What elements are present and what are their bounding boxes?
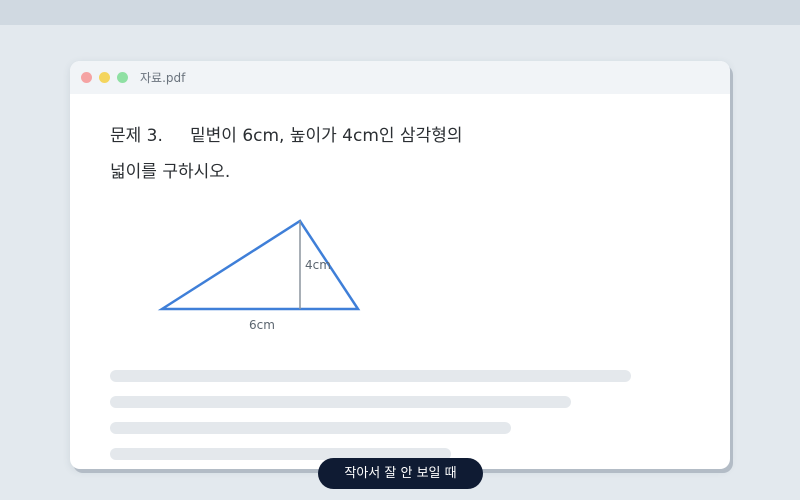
triangle-figure: 4cm 6cm bbox=[155, 211, 395, 345]
question-line-1: 문제 3. 밑변이 6cm, 높이가 4cm인 삼각형의 bbox=[110, 118, 670, 154]
minimize-window-button[interactable] bbox=[99, 72, 110, 83]
text-placeholder-line bbox=[110, 422, 511, 434]
window-title: 자료.pdf bbox=[140, 71, 186, 85]
background-band bbox=[0, 0, 800, 25]
maximize-window-button[interactable] bbox=[117, 72, 128, 83]
text-placeholder-line bbox=[110, 370, 631, 382]
text-placeholder-line bbox=[110, 396, 571, 408]
caption-pill: 작아서 잘 안 보일 때 bbox=[318, 458, 483, 489]
close-window-button[interactable] bbox=[81, 72, 92, 83]
question-line-2: 넓이를 구하시오. bbox=[110, 162, 231, 182]
triangle-diagram: 4cm 6cm bbox=[157, 219, 361, 332]
window-titlebar: 자료.pdf bbox=[70, 61, 730, 94]
height-label: 4cm bbox=[305, 258, 331, 272]
question-number: 문제 3. bbox=[110, 126, 163, 146]
base-label: 6cm bbox=[249, 318, 275, 332]
question-text: 문제 3. 밑변이 6cm, 높이가 4cm인 삼각형의 넓이를 구하시오. bbox=[110, 118, 670, 190]
question-line-1-text: 밑변이 6cm, 높이가 4cm인 삼각형의 bbox=[190, 126, 463, 146]
pdf-viewer-window: 자료.pdf 문제 3. 밑변이 6cm, 높이가 4cm인 삼각형의 넓이를 구… bbox=[70, 61, 730, 469]
